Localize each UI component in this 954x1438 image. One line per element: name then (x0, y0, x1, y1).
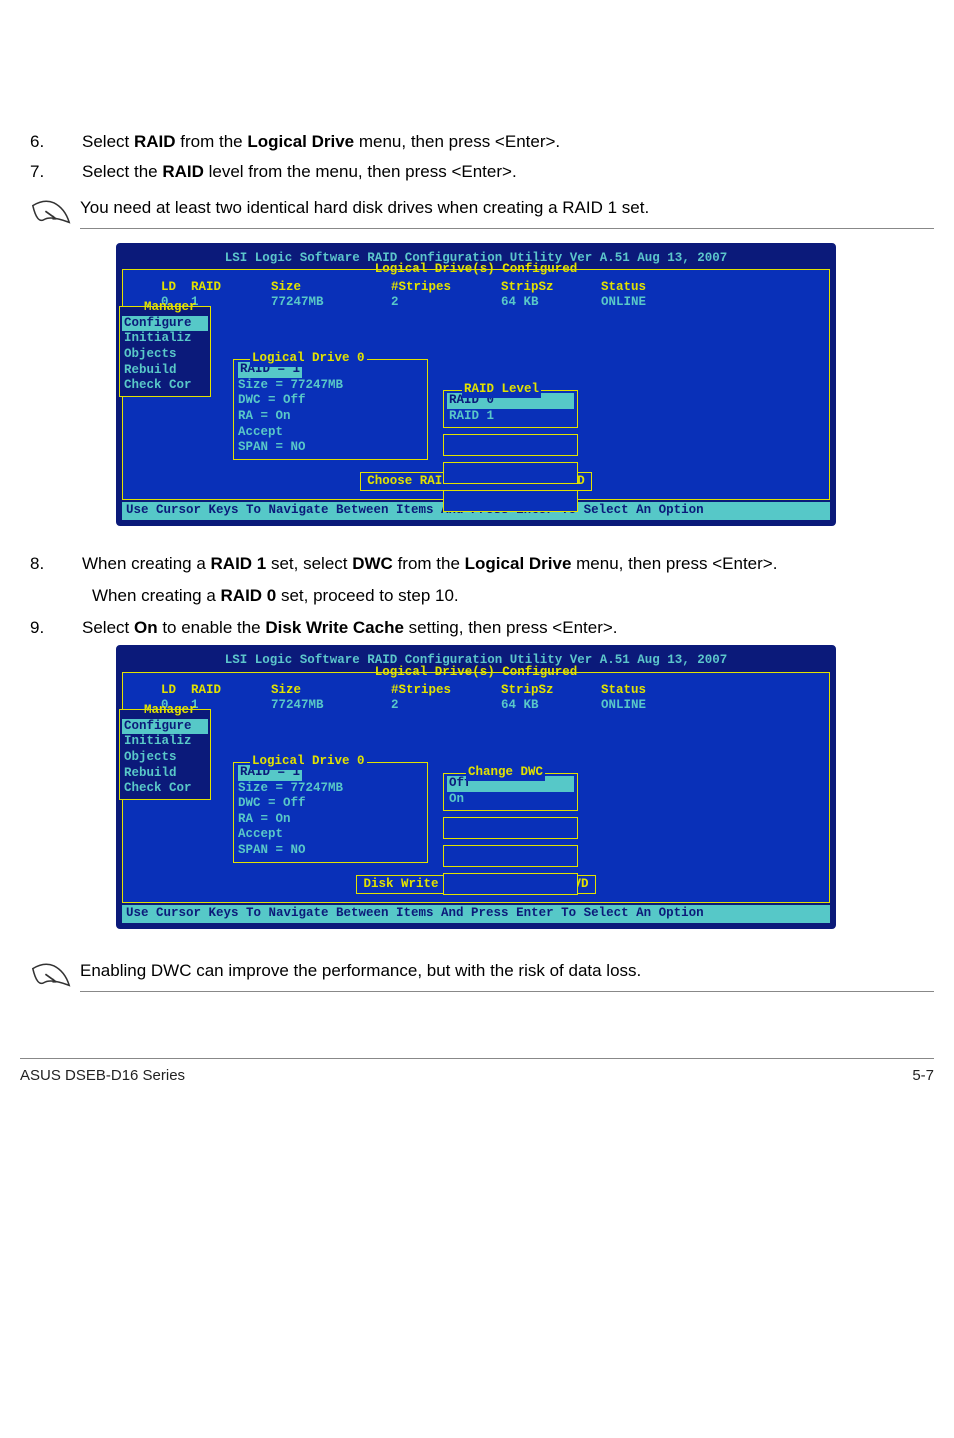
note-dwc: Enabling DWC can improve the performance… (20, 959, 934, 998)
ld-line: SPAN = NO (238, 843, 423, 859)
dwc-opt-on: On (447, 792, 574, 808)
empty-box (443, 462, 578, 484)
manager-item: Initializ (122, 734, 208, 750)
manager-item: Rebuild (122, 766, 208, 782)
raid-level-label: RAID Level (462, 382, 541, 398)
manager-item: Check Cor (122, 378, 208, 394)
manager-item-configure: Configure (122, 719, 208, 735)
logical-drive-panel: Logical Drive 0 RAID = 1 Size = 77247MB … (233, 359, 428, 460)
note-icon (30, 959, 80, 998)
manager-label: Manager (122, 703, 208, 719)
manager-label: Manager (122, 300, 208, 316)
ld-line: Size = 77247MB (238, 781, 423, 797)
manager-item: Check Cor (122, 781, 208, 797)
step-9-text: Select On to enable the Disk Write Cache… (82, 616, 934, 640)
step-7: 7. Select the RAID level from the menu, … (20, 160, 934, 184)
raid-level-opt-1: RAID 1 (447, 409, 574, 425)
footer-page-number: 5-7 (912, 1067, 934, 1084)
manager-item: Objects (122, 347, 208, 363)
raid-level-stack: RAID Level RAID 0 RAID 1 (443, 390, 578, 518)
ld-line: Accept (238, 425, 423, 441)
step-7-number: 7. (20, 160, 82, 184)
manager-item-configure: Configure (122, 316, 208, 332)
panel-title: Logical Drive(s) Configured (123, 262, 829, 278)
ld-line: RA = On (238, 812, 423, 828)
bios-screenshot-dwc: LSI Logic Software RAID Configuration Ut… (116, 645, 836, 929)
table-row: 0 1 77247MB 2 64 KB ONLINE (123, 295, 829, 311)
empty-box (443, 817, 578, 839)
note-icon (30, 196, 80, 235)
step-8: 8. When creating a RAID 1 set, select DW… (20, 552, 934, 576)
manager-item: Objects (122, 750, 208, 766)
note-raid1: You need at least two identical hard dis… (20, 196, 934, 235)
logical-drive-panel: Logical Drive 0 RAID = 1 Size = 77247MB … (233, 762, 428, 863)
table-row: 0 1 77247MB 2 64 KB ONLINE (123, 698, 829, 714)
step-7-text: Select the RAID level from the menu, the… (82, 160, 934, 184)
table-header: LD RAID Size #Stripes StripSz Status (123, 280, 829, 296)
step-8-sub: When creating a RAID 0 set, proceed to s… (92, 584, 934, 608)
step-6-text: Select RAID from the Logical Drive menu,… (82, 130, 934, 154)
ld-panel-label: Logical Drive 0 (250, 351, 367, 367)
empty-box (443, 490, 578, 512)
ld-line: Accept (238, 827, 423, 843)
manager-menu: Manager Configure Initializ Objects Rebu… (119, 709, 211, 800)
step-8-text: When creating a RAID 1 set, select DWC f… (82, 552, 934, 576)
page-footer: ASUS DSEB-D16 Series 5-7 (20, 1058, 934, 1084)
ld-panel-label: Logical Drive 0 (250, 754, 367, 770)
note-text: Enabling DWC can improve the performance… (80, 959, 934, 992)
ld-line: RA = On (238, 409, 423, 425)
table-header: LD RAID Size #Stripes StripSz Status (123, 683, 829, 699)
dwc-box: Change DWC Off On (443, 773, 578, 811)
manager-item: Rebuild (122, 363, 208, 379)
ld-line: Size = 77247MB (238, 378, 423, 394)
manager-item: Initializ (122, 331, 208, 347)
raid-level-box: RAID Level RAID 0 RAID 1 (443, 390, 578, 428)
step-8-number: 8. (20, 552, 82, 576)
step-9-number: 9. (20, 616, 82, 640)
step-6: 6. Select RAID from the Logical Drive me… (20, 130, 934, 154)
ld-line: DWC = Off (238, 796, 423, 812)
bios-panel: Logical Drive(s) Configured LD RAID Size… (122, 269, 830, 500)
bios-footer: Use Cursor Keys To Navigate Between Item… (122, 905, 830, 923)
manager-menu: Manager Configure Initializ Objects Rebu… (119, 306, 211, 397)
bios-screenshot-raid-level: LSI Logic Software RAID Configuration Ut… (116, 243, 836, 527)
empty-box (443, 845, 578, 867)
dwc-label: Change DWC (466, 765, 545, 781)
ld-line: SPAN = NO (238, 440, 423, 456)
step-6-number: 6. (20, 130, 82, 154)
ld-line: DWC = Off (238, 393, 423, 409)
empty-box (443, 434, 578, 456)
empty-box (443, 873, 578, 895)
footer-product: ASUS DSEB-D16 Series (20, 1067, 185, 1084)
bios-panel: Logical Drive(s) Configured LD RAID Size… (122, 672, 830, 903)
note-text: You need at least two identical hard dis… (80, 196, 934, 229)
dwc-stack: Change DWC Off On (443, 773, 578, 901)
step-9: 9. Select On to enable the Disk Write Ca… (20, 616, 934, 640)
panel-title: Logical Drive(s) Configured (123, 665, 829, 681)
